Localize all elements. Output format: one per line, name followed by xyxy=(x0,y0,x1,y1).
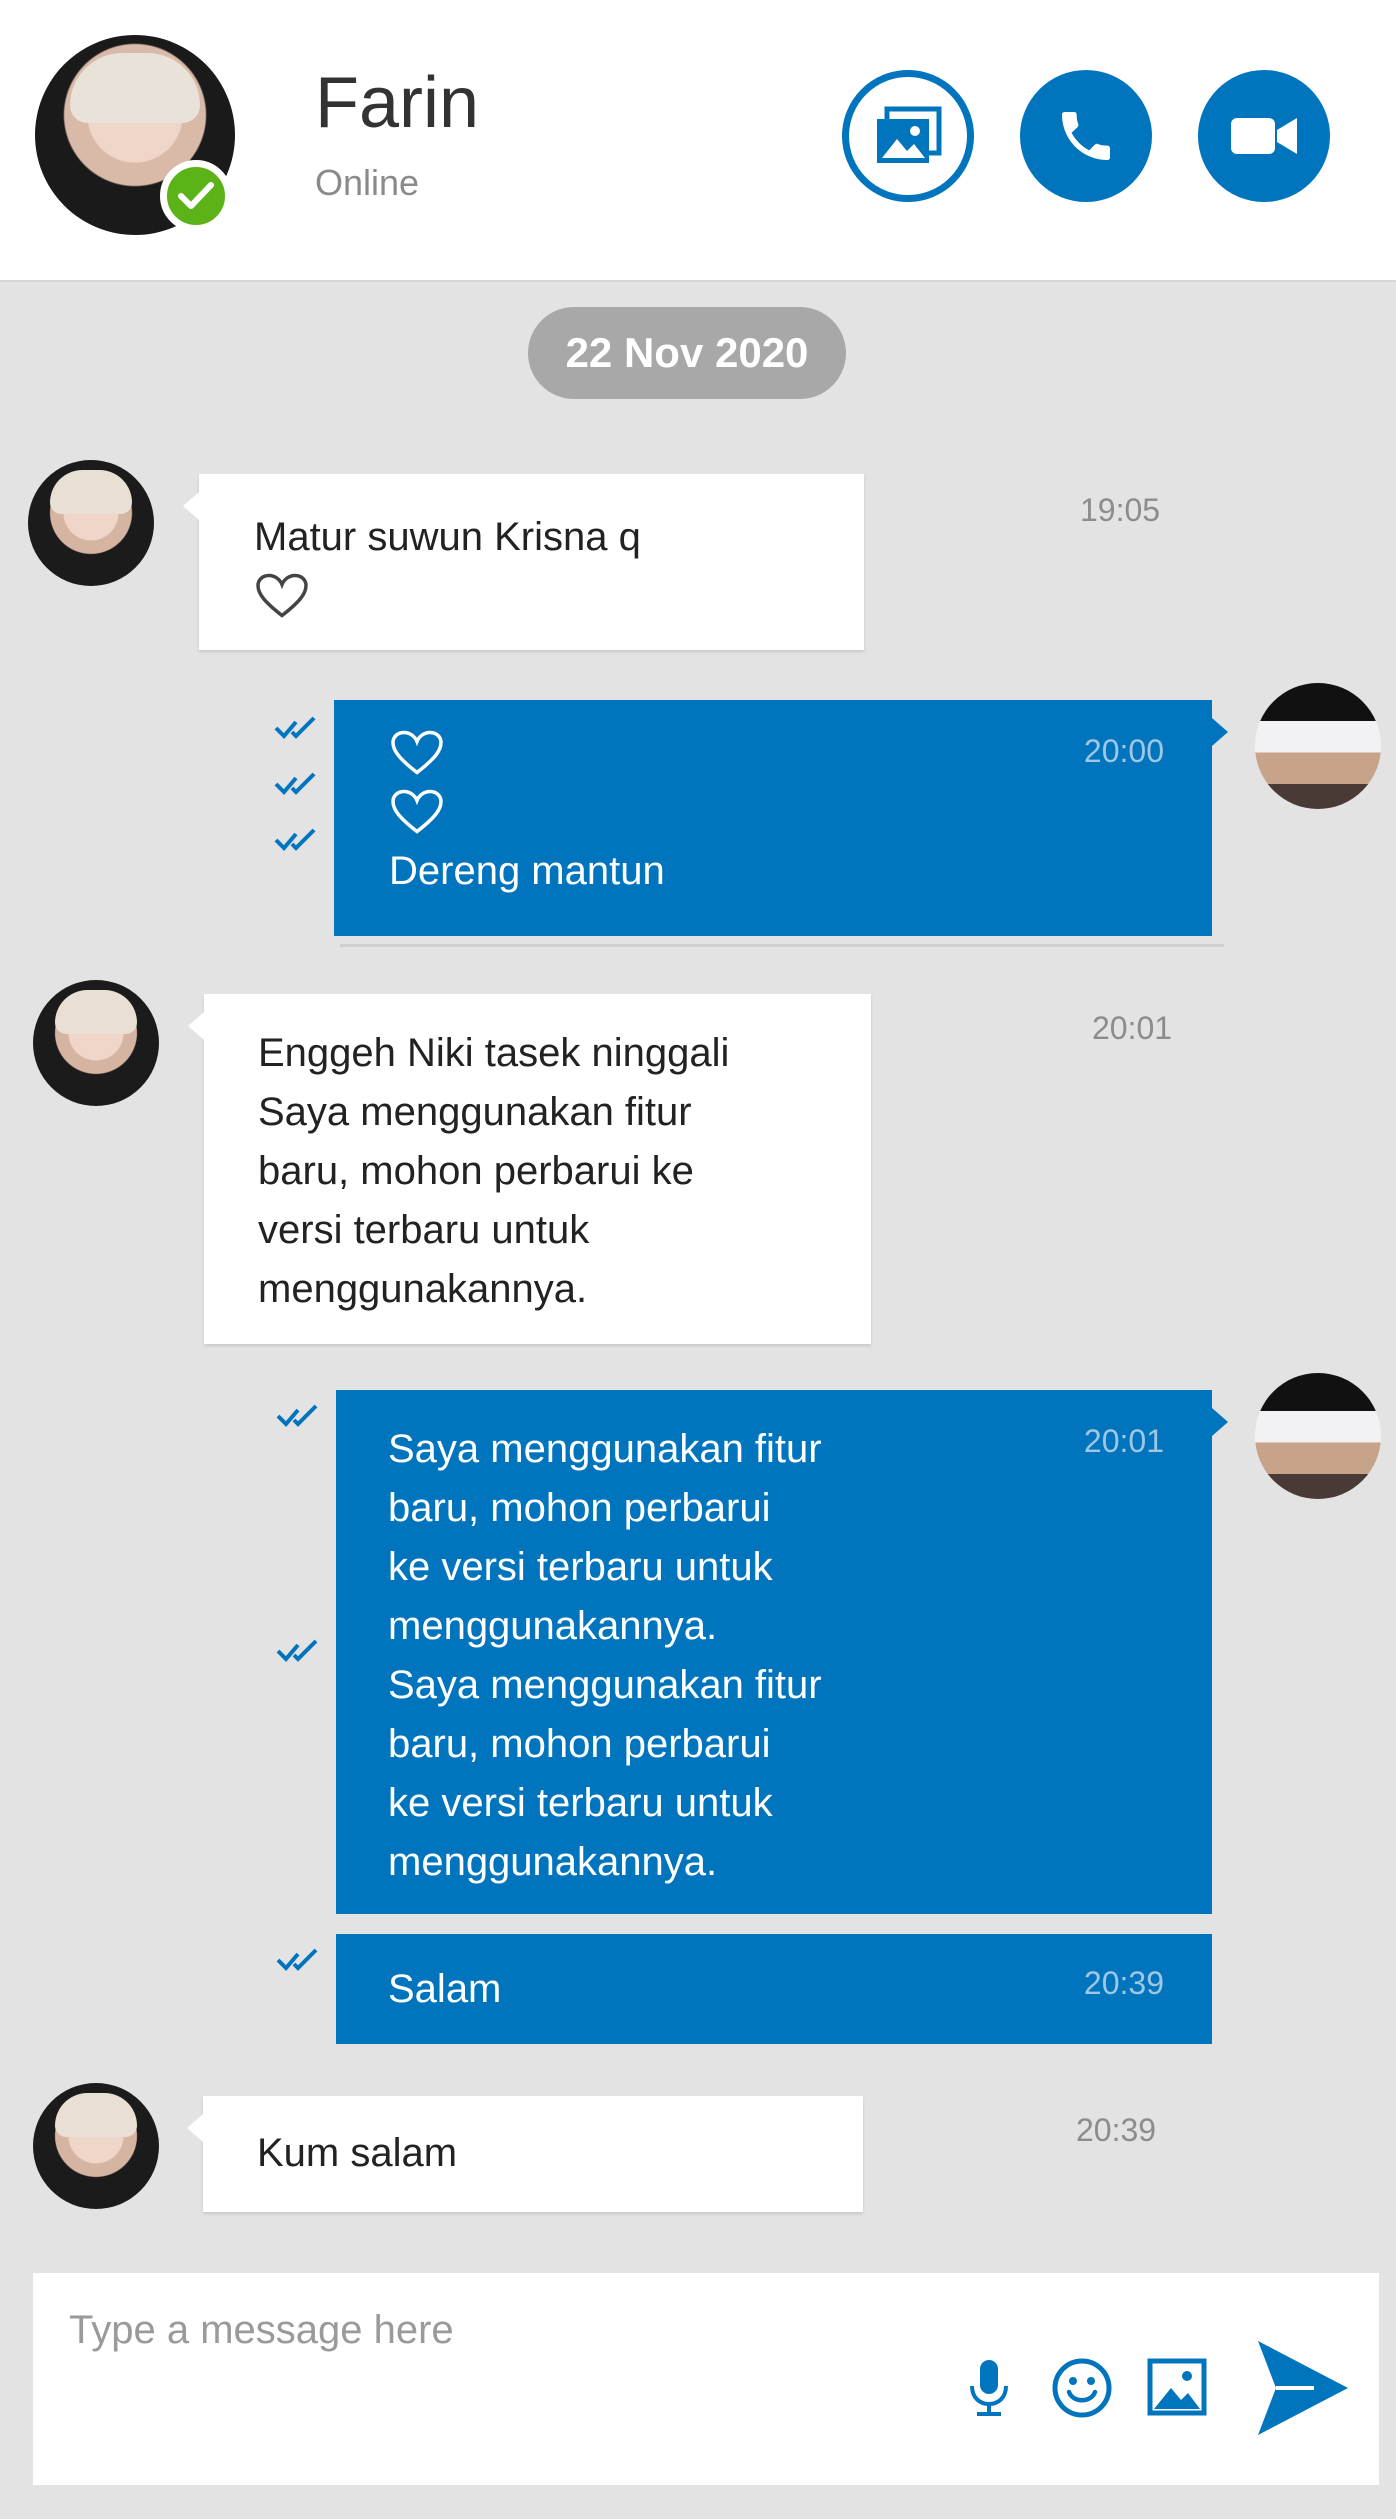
message-input[interactable] xyxy=(67,2299,931,2361)
image-icon xyxy=(1147,2358,1207,2416)
message-time: 20:01 xyxy=(1092,1010,1173,1046)
outgoing-message[interactable]: Salam 20:39 xyxy=(336,1934,1212,2044)
heart-icon xyxy=(391,730,443,775)
message-text: Enggeh Niki tasek ninggali Saya mengguna… xyxy=(258,1031,730,1311)
contact-avatar[interactable] xyxy=(33,980,159,1106)
read-receipt-icon xyxy=(274,828,316,851)
video-camera-icon xyxy=(1231,118,1297,154)
contact-name: Farin xyxy=(315,63,480,143)
microphone-icon xyxy=(970,2360,1008,2416)
send-button[interactable] xyxy=(1248,2333,1358,2443)
message-time: 19:05 xyxy=(1080,492,1161,528)
heart-icon xyxy=(256,573,308,618)
divider xyxy=(340,944,1224,947)
read-receipt-icon xyxy=(276,1404,318,1427)
gallery-icon xyxy=(877,106,942,163)
message-text: Matur suwun Krisna q xyxy=(254,515,641,559)
message-text: Dereng mantun xyxy=(389,849,665,893)
message-time: 20:39 xyxy=(1076,2112,1157,2148)
read-receipt-icon xyxy=(276,1948,318,1971)
user-avatar[interactable] xyxy=(1255,683,1381,809)
message-text: Kum salam xyxy=(257,2131,458,2175)
read-receipt-icon xyxy=(276,1639,318,1662)
message-composer xyxy=(33,2273,1379,2485)
message-time: 20:00 xyxy=(1083,733,1164,769)
heart-icon xyxy=(391,789,443,834)
image-button[interactable] xyxy=(1145,2355,1209,2419)
read-receipt-icon xyxy=(274,716,316,739)
contact-status: Online xyxy=(315,162,420,203)
gallery-button[interactable] xyxy=(842,70,974,202)
read-receipt-icon xyxy=(274,772,316,795)
phone-icon xyxy=(1062,112,1110,160)
video-call-button[interactable] xyxy=(1198,70,1330,202)
microphone-button[interactable] xyxy=(961,2353,1017,2423)
incoming-message[interactable]: Matur suwun Krisna q xyxy=(183,474,864,650)
call-button[interactable] xyxy=(1020,70,1152,202)
incoming-message[interactable]: Kum salam xyxy=(187,2096,863,2212)
contact-avatar[interactable] xyxy=(28,460,154,586)
message-text: Saya menggunakan fitur baru, mohon perba… xyxy=(388,1427,822,1884)
chat-header: Farin Online xyxy=(0,0,1396,282)
online-status-icon xyxy=(160,160,232,232)
send-icon xyxy=(1258,2341,1348,2435)
incoming-message[interactable]: Enggeh Niki tasek ninggali Saya mengguna… xyxy=(188,994,871,1344)
user-avatar[interactable] xyxy=(1255,1373,1381,1499)
outgoing-message[interactable]: Dereng mantun 20:00 xyxy=(334,700,1228,936)
outgoing-message[interactable]: Saya menggunakan fitur baru, mohon perba… xyxy=(336,1390,1228,1914)
contact-avatar[interactable] xyxy=(33,2083,159,2209)
message-time: 20:01 xyxy=(1083,1423,1164,1459)
date-divider: 22 Nov 2020 xyxy=(528,307,846,399)
message-time: 20:39 xyxy=(1083,1965,1164,2001)
emoji-button[interactable] xyxy=(1049,2355,1115,2421)
emoji-icon xyxy=(1052,2358,1112,2418)
